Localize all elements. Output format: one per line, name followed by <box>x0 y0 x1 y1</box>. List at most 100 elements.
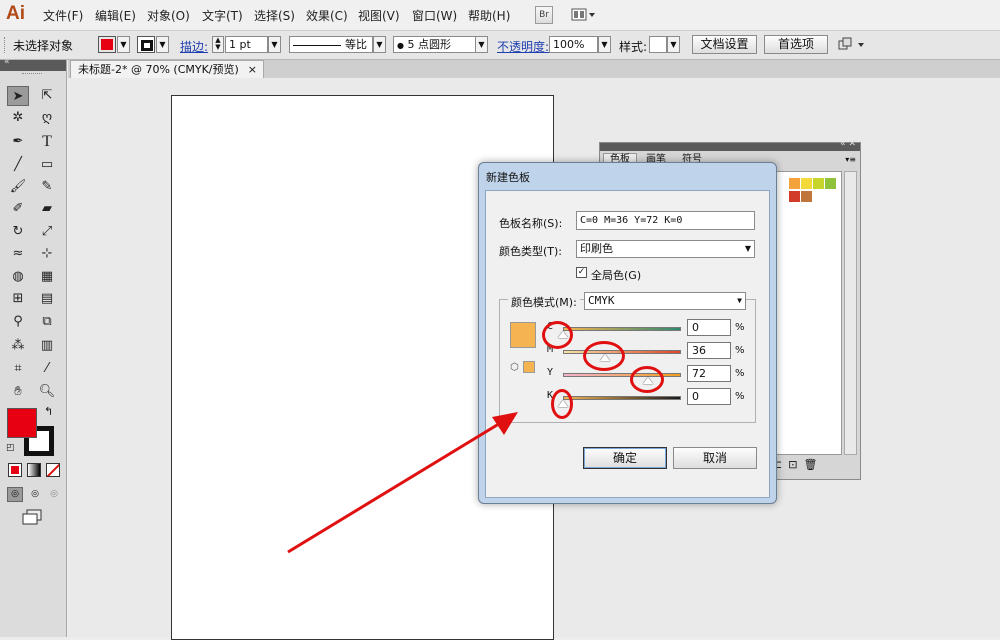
swap-colors-icon[interactable]: ↰ <box>44 405 53 418</box>
channel-value-y[interactable]: 72 <box>687 365 731 382</box>
slider-track-c[interactable] <box>563 327 681 331</box>
menu-effect[interactable]: 效果(C) <box>306 7 348 24</box>
menu-file[interactable]: 文件(F) <box>43 7 83 24</box>
channel-value-m[interactable]: 36 <box>687 342 731 359</box>
menu-object[interactable]: 对象(O) <box>147 7 190 24</box>
panel-collapse-icon[interactable]: « ✕ <box>840 139 856 149</box>
swatch-2[interactable] <box>813 178 824 189</box>
none-mode-button[interactable] <box>46 463 60 477</box>
scale-tool-icon[interactable]: ⤢ <box>36 222 58 242</box>
brush-dropdown[interactable]: ▼ <box>475 36 488 53</box>
blend-tool-icon[interactable]: ⧉ <box>36 312 58 332</box>
perspective-grid-tool-icon[interactable]: ▦ <box>36 267 58 287</box>
style-dropdown[interactable]: ▼ <box>667 36 680 53</box>
arrange-button[interactable] <box>838 37 866 53</box>
magic-wand-tool-icon[interactable]: ✲ <box>7 108 29 128</box>
hand-tool-icon[interactable]: ✋︎ <box>7 382 29 402</box>
delete-swatch-icon[interactable]: 🗑︎ <box>803 458 823 471</box>
selection-tool-icon[interactable]: ➤ <box>7 86 29 106</box>
pencil-tool-icon[interactable]: ✎ <box>36 177 58 197</box>
menu-select[interactable]: 选择(S) <box>254 7 295 24</box>
zoom-tool-icon[interactable]: 🔍︎ <box>36 382 58 402</box>
swatch-4[interactable] <box>789 190 800 202</box>
opacity-input[interactable]: 100% <box>549 36 598 53</box>
document-tab[interactable]: 未标题-2* @ 70% (CMYK/预览) × <box>70 60 264 78</box>
swatch-name-input[interactable]: C=0 M=36 Y=72 K=0 <box>576 211 755 230</box>
selection-status: 未选择对象 <box>13 39 74 53</box>
free-transform-tool-icon[interactable]: ⊹ <box>36 244 58 264</box>
column-graph-tool-icon[interactable]: ▥ <box>36 336 58 356</box>
new-swatch-icon[interactable]: ⊡ <box>788 458 803 471</box>
stroke-weight-input[interactable]: 1 pt <box>225 36 268 53</box>
collapse-icon[interactable]: « <box>4 57 10 67</box>
brush-field[interactable]: ● 5 点圆形 <box>393 36 488 53</box>
stroke-weight-dropdown[interactable]: ▼ <box>268 36 281 53</box>
fill-dropdown[interactable]: ▼ <box>117 36 130 53</box>
bridge-button[interactable]: Br <box>535 6 553 24</box>
eyedropper-tool-icon[interactable]: ⚲ <box>7 312 29 332</box>
shape-builder-tool-icon[interactable]: ◍ <box>7 267 29 287</box>
menu-view[interactable]: 视图(V) <box>358 7 400 24</box>
paintbrush-tool-icon[interactable]: 🖌︎ <box>7 177 29 197</box>
line-tool-icon[interactable]: ╱ <box>7 155 29 175</box>
close-tab-icon[interactable]: × <box>248 61 257 78</box>
channel-value-k[interactable]: 0 <box>687 388 731 405</box>
stroke-swatch[interactable] <box>137 36 155 53</box>
opacity-dropdown[interactable]: ▼ <box>598 36 611 53</box>
color-type-select[interactable]: 印刷色 ▼ <box>576 240 755 258</box>
cancel-button[interactable]: 取消 <box>673 447 757 469</box>
annotation-arrow <box>287 412 518 554</box>
draw-behind-icon[interactable]: ◎ <box>27 487 43 502</box>
slider-track-k[interactable] <box>563 396 681 400</box>
gamut-color-chip[interactable] <box>523 361 535 373</box>
fill-swatch[interactable] <box>98 36 116 53</box>
draw-normal-icon[interactable]: ◎ <box>7 487 23 502</box>
stroke-label[interactable]: 描边: <box>180 38 208 55</box>
mesh-tool-icon[interactable]: ⊞ <box>7 289 29 309</box>
menu-edit[interactable]: 编辑(E) <box>95 7 136 24</box>
eraser-tool-icon[interactable]: ▰ <box>36 199 58 219</box>
gradient-tool-icon[interactable]: ▤ <box>36 289 58 309</box>
ok-button[interactable]: 确定 <box>583 447 667 469</box>
swatch-1[interactable] <box>801 178 812 189</box>
type-tool-icon[interactable]: T <box>36 132 58 152</box>
arrange-documents-button[interactable] <box>571 7 597 23</box>
screen-mode-button[interactable] <box>21 509 43 525</box>
out-of-gamut-icon[interactable]: ⬡ <box>510 362 519 373</box>
panel-menu-icon[interactable]: ▾≡ <box>845 155 856 164</box>
slice-tool-icon[interactable]: ⁄ <box>36 359 58 379</box>
default-colors-icon[interactable]: ◰ <box>6 443 15 453</box>
rotate-tool-icon[interactable]: ↻ <box>7 222 29 242</box>
arrange-documents-icon <box>571 8 595 21</box>
fill-color-box[interactable] <box>7 408 37 438</box>
direct-selection-tool-icon[interactable]: ⇱ <box>36 86 58 106</box>
swatch-scrollbar[interactable] <box>844 171 857 455</box>
symbol-sprayer-tool-icon[interactable]: ⁂ <box>7 336 29 356</box>
style-swatch[interactable] <box>649 36 667 53</box>
blob-brush-tool-icon[interactable]: ✐ <box>7 199 29 219</box>
swatch-3[interactable] <box>825 178 836 189</box>
menu-type[interactable]: 文字(T) <box>202 7 243 24</box>
swatch-5[interactable] <box>801 190 812 202</box>
swatch-0[interactable] <box>789 178 800 189</box>
menu-window[interactable]: 窗口(W) <box>412 7 457 24</box>
preferences-button[interactable]: 首选项 <box>764 35 828 54</box>
color-mode-button[interactable] <box>8 463 22 477</box>
stroke-profile-field[interactable]: 等比 <box>289 36 373 53</box>
stroke-weight-stepper[interactable]: ▲ ▼ <box>212 36 224 53</box>
pen-tool-icon[interactable]: ✒ <box>7 132 29 152</box>
global-color-checkbox[interactable]: ✓ <box>576 267 587 278</box>
warp-tool-icon[interactable]: ≈ <box>7 244 29 264</box>
menu-help[interactable]: 帮助(H) <box>468 7 510 24</box>
rectangle-tool-icon[interactable]: ▭ <box>36 155 58 175</box>
stroke-dropdown[interactable]: ▼ <box>156 36 169 53</box>
gradient-mode-button[interactable] <box>27 463 41 477</box>
opacity-label[interactable]: 不透明度: <box>497 38 549 55</box>
color-mode-select[interactable]: CMYK ▼ <box>584 292 746 310</box>
stroke-profile-dropdown[interactable]: ▼ <box>373 36 386 53</box>
channel-value-c[interactable]: 0 <box>687 319 731 336</box>
draw-inside-icon[interactable]: ◎ <box>46 487 62 502</box>
document-setup-button[interactable]: 文档设置 <box>692 35 757 54</box>
artboard-tool-icon[interactable]: ⌗ <box>7 359 29 379</box>
lasso-tool-icon[interactable]: ღ <box>36 108 58 128</box>
